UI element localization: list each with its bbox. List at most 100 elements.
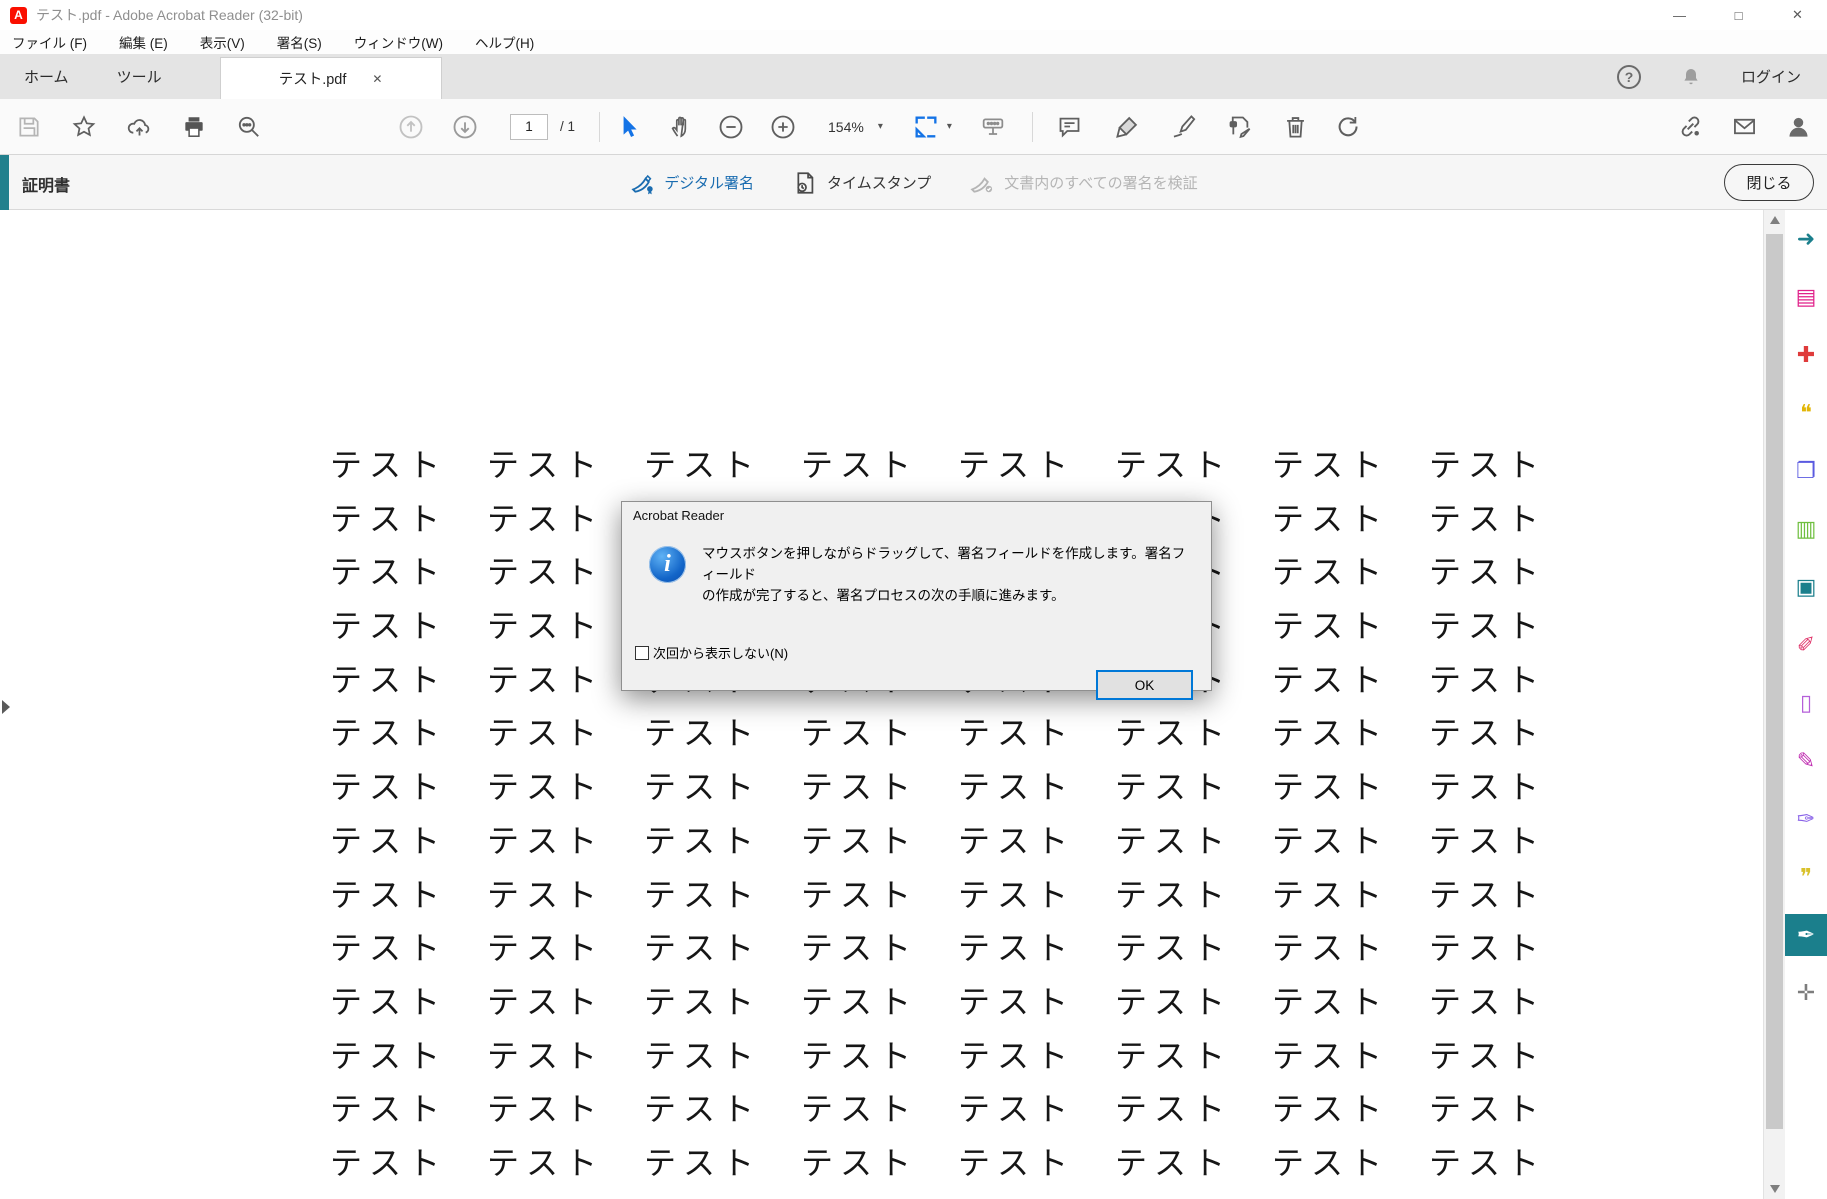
document-text-cell: テスト (1429, 870, 1586, 916)
document-text-cell: テスト (1115, 1138, 1272, 1184)
maximize-icon[interactable]: □ (1709, 0, 1768, 30)
page-edit-icon[interactable] (1225, 112, 1255, 142)
email-icon[interactable] (1729, 112, 1759, 142)
combine-files-icon[interactable]: ❐ (1785, 450, 1827, 492)
document-text-cell: テスト (958, 1031, 1115, 1077)
select-tool-icon[interactable] (614, 112, 644, 142)
document-text-cell: テスト (330, 601, 487, 647)
next-page-icon[interactable] (450, 112, 480, 142)
comment-icon[interactable]: ❝ (1785, 392, 1827, 434)
document-text-cell: テスト (1115, 923, 1272, 969)
document-text-cell: テスト (1429, 494, 1586, 540)
help-icon[interactable]: ? (1617, 65, 1641, 89)
bell-icon[interactable] (1679, 65, 1703, 89)
menu-file[interactable]: ファイル (F) (8, 30, 91, 54)
document-text-cell: テスト (487, 708, 644, 754)
user-avatar-icon[interactable] (1783, 112, 1813, 142)
document-text-cell: テスト (330, 1031, 487, 1077)
menu-view[interactable]: 表示(V) (196, 30, 249, 54)
close-window-icon[interactable]: ✕ (1768, 0, 1827, 30)
main-toolbar: / 1 154% ▾ ▾ (0, 99, 1827, 155)
document-text-cell: テスト (330, 708, 487, 754)
menu-sign[interactable]: 署名(S) (273, 30, 326, 54)
prepare-form-icon[interactable]: ✎ (1785, 740, 1827, 782)
expand-nav-pane-icon[interactable] (2, 700, 10, 714)
previous-page-icon[interactable] (396, 112, 426, 142)
document-text-cell: テスト (487, 977, 644, 1023)
timestamp-label: タイムスタンプ (827, 172, 931, 193)
tab-document[interactable]: テスト.pdf ✕ (220, 57, 442, 99)
minimize-icon[interactable]: — (1650, 0, 1709, 30)
document-text-cell: テスト (1115, 870, 1272, 916)
fit-dropdown-icon[interactable]: ▾ (947, 121, 952, 132)
scroll-up-icon[interactable] (1770, 216, 1780, 224)
document-text-cell: テスト (644, 762, 801, 808)
menu-edit[interactable]: 編集 (E) (115, 30, 172, 54)
scrollbar-thumb[interactable] (1766, 234, 1783, 1129)
zoom-level-value[interactable]: 154% (828, 119, 864, 135)
document-text-cell: テスト (330, 923, 487, 969)
menu-help[interactable]: ヘルプ(H) (471, 30, 538, 54)
document-text-cell: テスト (801, 762, 958, 808)
document-text-row: テストテストテストテストテストテストテストテスト (330, 1084, 1586, 1138)
share-upload-icon[interactable] (124, 112, 154, 142)
fit-width-icon[interactable] (911, 112, 941, 142)
tab-home[interactable]: ホーム (0, 54, 93, 99)
add-tools-icon[interactable]: ✛ (1785, 972, 1827, 1014)
document-text-cell: テスト (644, 1084, 801, 1130)
fill-sign-icon[interactable]: ✑ (1785, 798, 1827, 840)
document-text-cell: テスト (330, 547, 487, 593)
menu-window[interactable]: ウィンドウ(W) (350, 30, 447, 54)
document-viewport[interactable]: テストテストテストテストテストテストテストテストテストテストテストテストテストテ… (0, 210, 1763, 1199)
share-link-icon[interactable] (1675, 112, 1705, 142)
page-number-input[interactable] (510, 114, 548, 140)
print-icon[interactable] (179, 112, 209, 142)
highlighter-icon[interactable] (1113, 112, 1143, 142)
dialog-title[interactable]: Acrobat Reader (622, 502, 1211, 529)
search-icon[interactable] (234, 112, 264, 142)
hand-tool-icon[interactable] (666, 112, 696, 142)
document-text-cell: テスト (487, 816, 644, 862)
document-text-cell: テスト (1272, 977, 1429, 1023)
document-text-cell: テスト (1272, 1192, 1429, 1199)
certificate-bar: 証明書 デジタル署名 タイムスタンプ 文書内のすべての署名を検 (0, 155, 1827, 210)
document-text-cell: テスト (1272, 547, 1429, 593)
read-mode-icon[interactable] (978, 112, 1008, 142)
edit-pdf-icon[interactable]: ▤ (1785, 276, 1827, 318)
vertical-scrollbar[interactable] (1763, 210, 1785, 1199)
document-text-cell: テスト (644, 1138, 801, 1184)
delete-pages-icon[interactable] (1281, 112, 1311, 142)
zoom-in-icon[interactable] (768, 112, 798, 142)
fill-sign-icon[interactable] (1169, 112, 1199, 142)
document-text-cell: テスト (644, 923, 801, 969)
protect-pdf-icon[interactable]: ▯ (1785, 682, 1827, 724)
send-for-comments-icon[interactable]: ❞ (1785, 856, 1827, 898)
close-certificate-button[interactable]: 閉じる (1724, 164, 1814, 201)
save-icon[interactable] (14, 112, 44, 142)
zoom-dropdown-icon[interactable]: ▾ (878, 121, 883, 132)
star-favorite-icon[interactable] (69, 112, 99, 142)
certificates-icon[interactable]: ✒ (1785, 914, 1827, 956)
organize-pages-icon[interactable]: ▥ (1785, 508, 1827, 550)
login-button[interactable]: ログイン (1741, 66, 1801, 87)
compress-pdf-icon[interactable]: ▣ (1785, 566, 1827, 608)
document-text-cell: テスト (1429, 923, 1586, 969)
dont-show-again-checkbox[interactable] (635, 646, 649, 660)
export-pdf-icon[interactable]: ➜ (1785, 218, 1827, 260)
redact-icon[interactable]: ✐ (1785, 624, 1827, 666)
dialog-message: マウスボタンを押しながらドラッグして、署名フィールドを作成します。署名フィールド… (702, 543, 1197, 606)
document-text-cell: テスト (1115, 977, 1272, 1023)
tab-tools[interactable]: ツール (93, 54, 186, 99)
digital-signature-button[interactable]: デジタル署名 (629, 170, 754, 196)
timestamp-button[interactable]: タイムスタンプ (792, 170, 931, 196)
create-pdf-icon[interactable]: ✚ (1785, 334, 1827, 376)
scroll-down-icon[interactable] (1770, 1185, 1780, 1193)
ok-button[interactable]: OK (1096, 670, 1193, 700)
close-tab-icon[interactable]: ✕ (372, 72, 382, 86)
document-text-cell: テスト (1272, 494, 1429, 540)
rotate-pages-icon[interactable] (1333, 112, 1363, 142)
comment-icon[interactable] (1055, 112, 1085, 142)
tools-sidebar: ➜ ▤ ✚ ❝ ❐ ▥ ▣ ✐ ▯ ✎ ✑ ❞ ✒ ✛ (1785, 210, 1827, 1199)
zoom-out-icon[interactable] (716, 112, 746, 142)
verify-all-signatures-button: 文書内のすべての署名を検証 (969, 170, 1197, 196)
